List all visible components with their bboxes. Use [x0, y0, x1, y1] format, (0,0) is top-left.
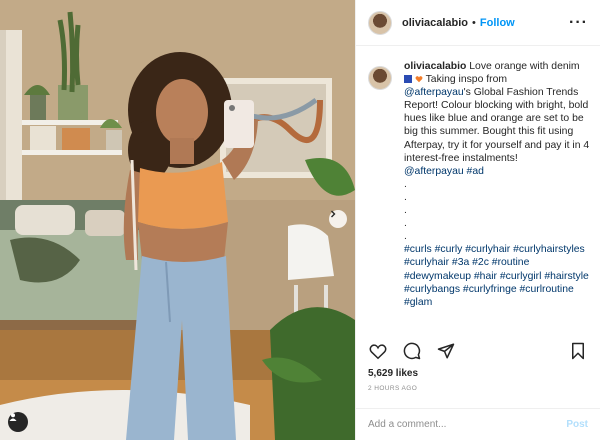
- mention-afterpayau-2[interactable]: @afterpayau: [404, 166, 464, 177]
- caption-text-1: Love orange with denim: [469, 61, 580, 72]
- action-bar: [368, 340, 588, 362]
- chevron-right-icon: [331, 210, 336, 218]
- ellipsis-icon[interactable]: ···: [569, 14, 588, 31]
- caption-dot: .: [404, 178, 407, 190]
- tagged-users-button[interactable]: [8, 412, 28, 432]
- post-photo[interactable]: [0, 0, 355, 440]
- heart-icon: [369, 343, 387, 359]
- post-header: oliviacalabio • Follow ···: [356, 0, 600, 46]
- hashtag-ad[interactable]: #ad: [467, 166, 484, 177]
- caption-text-2: Taking inspo from: [425, 74, 508, 86]
- post-comment-button[interactable]: Post: [566, 419, 588, 430]
- follow-button[interactable]: Follow: [480, 17, 515, 29]
- caption-dot: .: [404, 205, 407, 217]
- caption-avatar[interactable]: [368, 66, 392, 90]
- caption-dot: .: [404, 218, 407, 230]
- avatar[interactable]: [368, 10, 392, 35]
- add-comment-bar: Post: [356, 408, 600, 440]
- bookmark-icon: [572, 342, 584, 360]
- mention-afterpayau[interactable]: @afterpayau: [404, 87, 464, 98]
- paper-plane-icon: [437, 343, 455, 359]
- caption-username[interactable]: oliviacalabio: [404, 61, 466, 72]
- save-button[interactable]: [568, 341, 588, 361]
- comment-icon: [403, 342, 421, 360]
- like-button[interactable]: [368, 341, 388, 361]
- post-image: [0, 0, 355, 440]
- author-username[interactable]: oliviacalabio: [402, 17, 468, 29]
- caption-dot: .: [404, 191, 407, 203]
- likes-count[interactable]: 5,629 likes: [368, 368, 418, 379]
- caption-section: oliviacalabio Love orange with denim Tak…: [368, 60, 590, 309]
- caption-dot: .: [404, 231, 407, 243]
- orange-heart-icon: [415, 76, 423, 83]
- caption-text: oliviacalabio Love orange with denim Tak…: [404, 60, 590, 309]
- user-tag-icon: [9, 413, 17, 421]
- share-button[interactable]: [436, 341, 456, 361]
- hashtags[interactable]: #curls #curly #curlyhair #curlyhairstyle…: [404, 244, 589, 307]
- blue-heart-icon: [404, 75, 412, 84]
- comment-input[interactable]: [368, 419, 567, 430]
- post-timestamp: 2 HOURS AGO: [368, 385, 418, 392]
- comment-button[interactable]: [402, 341, 422, 361]
- post-details-panel: oliviacalabio • Follow ··· oliviacalabio…: [355, 0, 600, 440]
- next-photo-button[interactable]: [329, 210, 347, 228]
- caption-text-3: 's Global Fashion Trends Report! Colour …: [404, 87, 590, 164]
- separator-dot: •: [472, 16, 476, 29]
